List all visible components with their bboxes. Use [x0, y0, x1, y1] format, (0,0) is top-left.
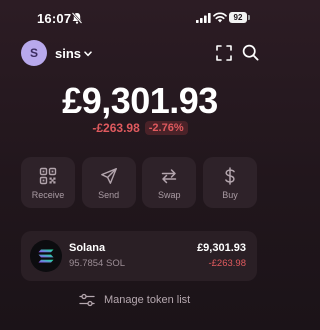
chevron-down-icon	[84, 50, 92, 56]
battery-indicator: 92	[229, 12, 247, 23]
status-bar: 16:07 92	[0, 0, 280, 34]
search-icon[interactable]	[242, 44, 259, 61]
swap-label: Swap	[158, 190, 181, 200]
token-name: Solana	[69, 242, 106, 254]
swap-button[interactable]: Swap	[142, 157, 197, 208]
battery-cap	[248, 15, 250, 20]
dollar-icon	[225, 167, 235, 185]
buy-label: Buy	[222, 190, 238, 200]
send-icon	[100, 168, 117, 184]
balance-change-percent: -2.76%	[144, 121, 188, 135]
avatar[interactable]: S	[21, 40, 47, 66]
token-amount: 95.7854 SOL	[69, 258, 125, 269]
bell-muted-icon	[71, 12, 83, 24]
solana-icon	[38, 249, 54, 263]
manage-token-list-label: Manage token list	[104, 294, 191, 306]
send-label: Send	[98, 190, 120, 200]
scan-icon[interactable]	[216, 45, 232, 61]
token-logo	[30, 240, 62, 272]
qr-code-icon	[39, 167, 57, 185]
signal-icon	[196, 13, 211, 23]
receive-button[interactable]: Receive	[21, 157, 75, 208]
wifi-icon	[213, 12, 227, 23]
manage-token-list-button[interactable]: Manage token list	[79, 291, 190, 309]
receive-label: Receive	[31, 190, 65, 200]
sliders-icon	[79, 293, 95, 307]
account-switcher[interactable]: sins	[55, 44, 92, 62]
swap-icon	[162, 169, 177, 184]
send-button[interactable]: Send	[81, 157, 136, 208]
token-change: -£263.98	[208, 258, 246, 269]
action-buttons: Receive Send Swap Buy	[21, 157, 257, 208]
buy-button[interactable]: Buy	[202, 157, 257, 208]
token-row-solana[interactable]: Solana 95.7854 SOL £9,301.93 -£263.98	[21, 231, 257, 281]
balance-change-row: -£263.98 -2.76%	[0, 121, 280, 135]
status-time: 16:07	[37, 11, 72, 26]
token-value: £9,301.93	[197, 242, 246, 254]
balance-amount: £9,301.93	[62, 80, 218, 121]
account-name: sins	[55, 45, 82, 61]
balance-change-value: -£263.98	[92, 121, 140, 135]
